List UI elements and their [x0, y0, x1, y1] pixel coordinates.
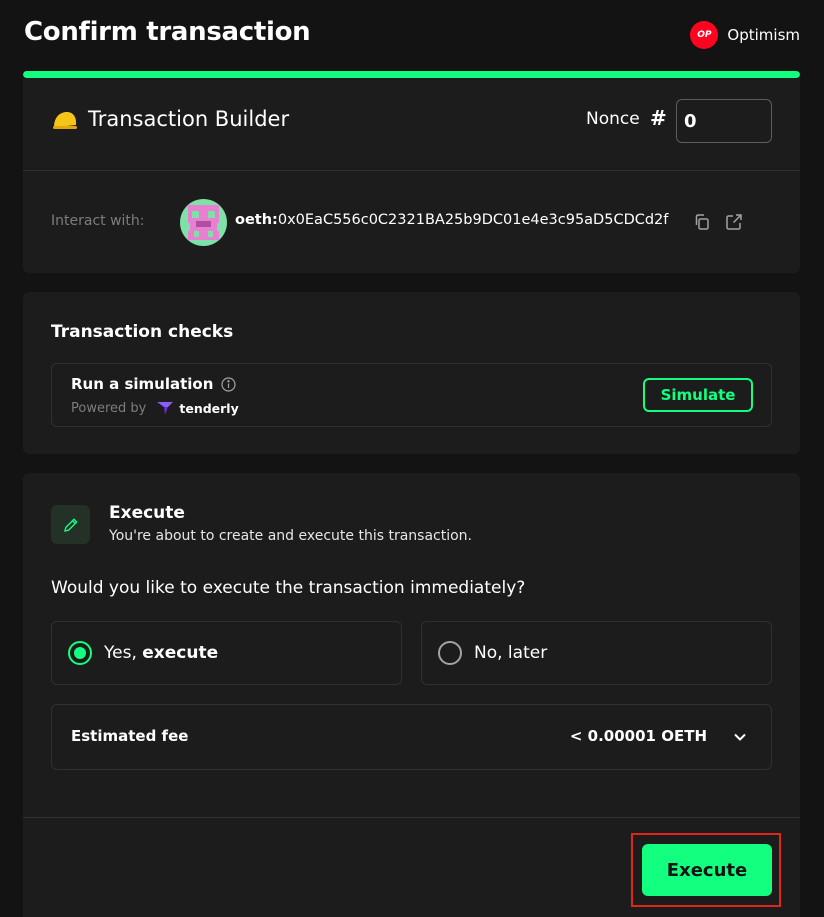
- execute-question: Would you like to execute the transactio…: [51, 578, 526, 598]
- simulate-button[interactable]: Simulate: [643, 378, 753, 412]
- network-selector[interactable]: OP Optimism: [690, 21, 800, 49]
- address-avatar: [180, 199, 227, 246]
- nonce-hash-symbol: #: [650, 106, 667, 130]
- estimated-fee-label: Estimated fee: [71, 727, 189, 745]
- progress-bar-fill: [23, 71, 800, 78]
- powered-by-label: Powered by: [71, 400, 147, 416]
- estimated-fee-value: < 0.00001 OETH: [569, 727, 707, 745]
- simulation-title-text: Run a simulation: [71, 375, 214, 393]
- powered-by: Powered by tenderly: [71, 399, 239, 417]
- radio-yes-label: Yes, execute: [104, 643, 218, 663]
- radio-yes-strong: execute: [142, 643, 219, 663]
- simulation-title: Run a simulation: [71, 375, 237, 393]
- transaction-header-row: Transaction Builder Nonce #: [23, 78, 800, 171]
- nonce-label: Nonce: [586, 109, 640, 129]
- external-link-icon[interactable]: [725, 213, 743, 231]
- transaction-card: Transaction Builder Nonce # Interact wit…: [23, 78, 800, 273]
- info-icon[interactable]: [221, 376, 237, 392]
- app-name: Transaction Builder: [88, 107, 290, 131]
- simulation-box: Run a simulation Powered by tenderly Sim…: [51, 363, 772, 427]
- radio-yes-execute[interactable]: Yes, execute: [51, 621, 402, 685]
- estimated-fee-accordion[interactable]: Estimated fee < 0.00001 OETH: [51, 704, 772, 770]
- header: Confirm transaction OP Optimism: [0, 0, 824, 72]
- tenderly-name: tenderly: [179, 400, 239, 416]
- radio-no-label: No, later: [474, 643, 548, 663]
- radio-no-later[interactable]: No, later: [421, 621, 772, 685]
- page-title: Confirm transaction: [24, 17, 311, 47]
- network-name: Optimism: [727, 26, 800, 44]
- hard-hat-icon: [53, 112, 77, 129]
- radio-yes-prefix: Yes,: [104, 643, 137, 663]
- copy-icon[interactable]: [693, 213, 711, 231]
- radio-button-unselected[interactable]: [438, 641, 462, 665]
- optimism-logo-icon: OP: [690, 21, 719, 49]
- execute-description: You're about to create and execute this …: [109, 528, 473, 544]
- execute-button[interactable]: Execute: [642, 844, 772, 896]
- transaction-checks-title: Transaction checks: [51, 322, 234, 342]
- address-value: 0x0EaC556c0C2321BA25b9DC01e4e3c95aD5CDCd…: [277, 212, 669, 228]
- progress-bar: [23, 71, 800, 78]
- address-chain-prefix: oeth:: [235, 212, 278, 228]
- radio-button-selected[interactable]: [68, 641, 92, 665]
- chevron-down-icon[interactable]: [731, 728, 749, 746]
- footer-divider: [23, 817, 800, 818]
- interact-with-label: Interact with:: [51, 213, 145, 229]
- contract-address: oeth:0x0EaC556c0C2321BA25b9DC01e4e3c95aD…: [235, 212, 668, 228]
- nonce-input[interactable]: [676, 99, 772, 143]
- execute-card: Execute You're about to create and execu…: [23, 473, 800, 917]
- execute-icon-box: [51, 505, 90, 544]
- tenderly-logo: tenderly: [156, 399, 239, 417]
- tenderly-icon: [157, 402, 174, 415]
- execute-title: Execute: [109, 503, 185, 523]
- pencil-icon: [63, 517, 78, 532]
- transaction-checks-card: Transaction checks Run a simulation Powe…: [23, 292, 800, 454]
